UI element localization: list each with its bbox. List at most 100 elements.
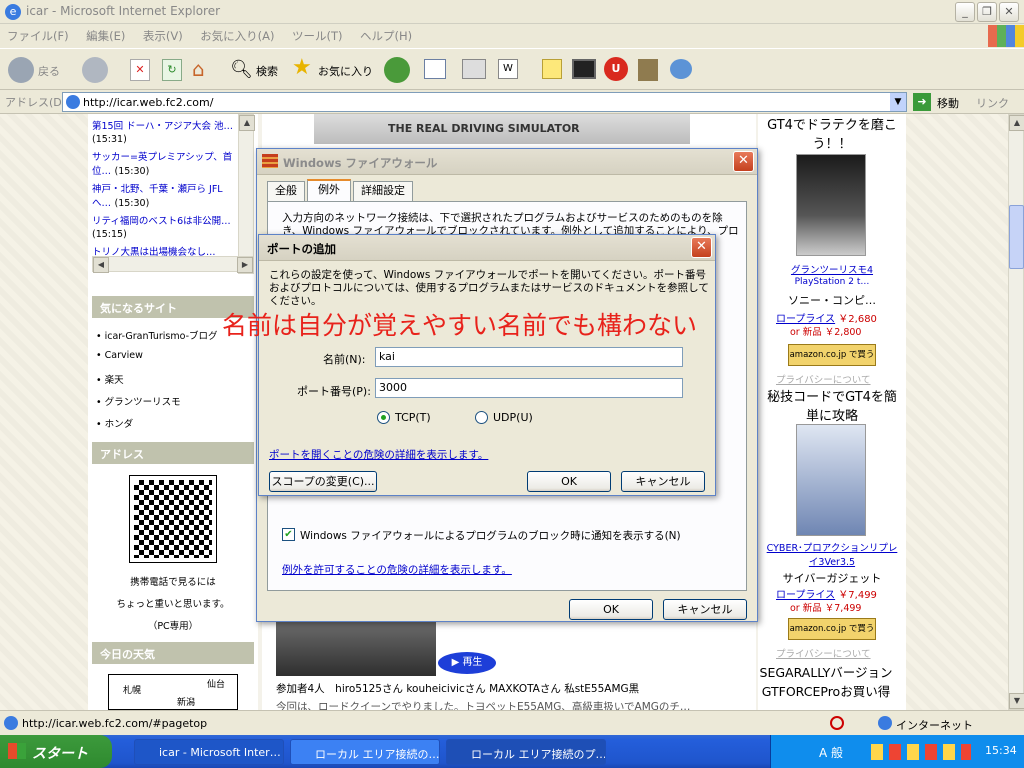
list-item[interactable]: • ホンダ bbox=[96, 416, 254, 438]
privacy-link-2[interactable]: プライバシーについて bbox=[776, 646, 888, 660]
scroll-right-icon[interactable]: ▶ bbox=[237, 257, 253, 273]
edit-icon[interactable]: W bbox=[498, 59, 518, 79]
firewall-ok-button[interactable]: OK bbox=[569, 599, 653, 620]
refresh-icon[interactable]: ↻ bbox=[162, 59, 182, 81]
video-thumbnail[interactable] bbox=[276, 620, 436, 676]
amazon-buy-button-2[interactable]: amazon.co.jp で買う bbox=[788, 618, 876, 640]
taskbar-item-ie[interactable]: icar - Microsoft Inter… bbox=[134, 739, 284, 765]
product-link-gt4[interactable]: グランツーリスモ4 bbox=[766, 262, 898, 276]
menu-bar: ファイル(F) 編集(E) 表示(V) お気に入り(A) ツール(T) ヘルプ(… bbox=[0, 25, 1024, 47]
add-port-ok-button[interactable]: OK bbox=[527, 471, 611, 492]
exception-risk-link[interactable]: 例外を許可することの危険の詳細を表示します。 bbox=[282, 562, 512, 577]
menu-favorites[interactable]: お気に入り(A) bbox=[193, 25, 281, 47]
forward-icon[interactable] bbox=[82, 57, 108, 83]
messenger-icon[interactable] bbox=[670, 59, 692, 79]
ad-title-2: 秘技コードでGT4を簡単に攻略 bbox=[767, 390, 897, 424]
close-window-button[interactable]: ✕ bbox=[999, 2, 1019, 22]
list-item[interactable]: リティ福岡のベスト6は非公開… (15:15) bbox=[92, 213, 238, 240]
list-item[interactable]: • グランツーリスモ bbox=[96, 394, 254, 416]
links-label[interactable]: リンク bbox=[976, 95, 1009, 111]
banner-text: THE REAL DRIVING SIMULATOR bbox=[388, 122, 580, 135]
list-item[interactable]: 第15回 ドーハ・アジア大会 池… (15:31) bbox=[92, 118, 238, 145]
product-link-cyber[interactable]: CYBER･プロアクションリプレイ3Ver3.5 bbox=[766, 540, 898, 568]
taskbar-item-lan2[interactable]: ローカル エリア接続のプ… bbox=[446, 739, 606, 765]
menu-edit[interactable]: 編集(E) bbox=[79, 25, 132, 47]
weather-map[interactable]: 札幌 仙台 新潟 bbox=[108, 674, 238, 710]
app-u-icon[interactable]: U bbox=[604, 57, 628, 81]
udp-radio-label[interactable]: UDP(U) bbox=[493, 411, 533, 424]
play-button[interactable]: ▶ 再生 bbox=[438, 652, 496, 674]
change-scope-button[interactable]: スコープの変更(C)... bbox=[269, 471, 377, 492]
list-item[interactable]: • 楽天 bbox=[96, 372, 254, 394]
maximize-button[interactable]: ❐ bbox=[977, 2, 997, 22]
home-icon[interactable]: ⌂ bbox=[192, 57, 216, 81]
history-icon[interactable] bbox=[384, 57, 410, 83]
favorites-label[interactable]: お気に入り bbox=[318, 63, 373, 79]
back-icon[interactable] bbox=[8, 57, 34, 83]
search-icon[interactable]: 🔍︎ bbox=[230, 59, 253, 80]
privacy-link[interactable]: プライバシーについて bbox=[776, 372, 888, 386]
page-scroll-up-icon[interactable]: ▲ bbox=[1009, 115, 1024, 131]
tcp-radio-label[interactable]: TCP(T) bbox=[395, 411, 431, 424]
add-port-cancel-button[interactable]: キャンセル bbox=[621, 471, 705, 492]
product-image-cyber[interactable] bbox=[796, 424, 866, 536]
news-scrollbar[interactable]: ▲ bbox=[238, 114, 255, 274]
mobile-text-2: ちょっと重いと思います。 bbox=[116, 599, 230, 610]
port-risk-link[interactable]: ポートを開くことの危険の詳細を表示します。 bbox=[269, 447, 488, 462]
low-price-gt4[interactable]: ロープライス ￥2,680 bbox=[776, 310, 896, 325]
note-icon[interactable] bbox=[542, 59, 562, 79]
page-scrollbar[interactable]: ▲ ▼ bbox=[1008, 114, 1024, 710]
search-label[interactable]: 検索 bbox=[256, 63, 278, 79]
go-arrow-icon[interactable]: ➜ bbox=[913, 93, 931, 111]
low-price-cyber[interactable]: ロープライス ￥7,499 bbox=[776, 586, 896, 601]
notify-checkbox[interactable]: ✔ bbox=[282, 528, 295, 541]
tray-icons[interactable] bbox=[871, 744, 971, 760]
tab-general[interactable]: 全般 bbox=[267, 181, 305, 201]
tab-exceptions[interactable]: 例外 bbox=[307, 179, 351, 201]
menu-tools[interactable]: ツール(T) bbox=[285, 25, 350, 47]
popup-blocker-icon[interactable] bbox=[830, 716, 844, 730]
name-field[interactable]: kai bbox=[375, 347, 683, 367]
page-scroll-thumb[interactable] bbox=[1009, 205, 1024, 269]
minimize-button[interactable]: _ bbox=[955, 2, 975, 22]
go-button[interactable]: 移動 bbox=[937, 95, 959, 111]
status-page-icon bbox=[4, 716, 18, 730]
page-viewport: 第15回 ドーハ・アジア大会 池… (15:31) サッカー=英プレミアシップ、… bbox=[0, 114, 1024, 710]
add-port-close-button[interactable]: ✕ bbox=[691, 237, 712, 258]
udp-radio[interactable] bbox=[475, 411, 488, 424]
menu-view[interactable]: 表示(V) bbox=[136, 25, 190, 47]
mail-icon[interactable] bbox=[424, 59, 446, 79]
research-icon[interactable] bbox=[638, 59, 658, 81]
taskbar-item-lan1[interactable]: ローカル エリア接続の… bbox=[290, 739, 440, 765]
page-scroll-down-icon[interactable]: ▼ bbox=[1009, 693, 1024, 709]
notify-checkbox-label[interactable]: Windows ファイアウォールによるプログラムのブロック時に通知を表示する(N… bbox=[300, 528, 681, 543]
weather-header: 今日の天気 bbox=[92, 642, 254, 664]
tv-icon[interactable] bbox=[572, 59, 596, 79]
list-item[interactable]: サッカー=英プレミアシップ、首位… (15:30) bbox=[92, 149, 238, 177]
address-dropdown-icon[interactable]: ▼ bbox=[890, 93, 906, 111]
tcp-radio[interactable] bbox=[377, 411, 390, 424]
tab-advanced[interactable]: 詳細設定 bbox=[353, 181, 413, 201]
firewall-close-button[interactable]: ✕ bbox=[733, 151, 754, 172]
stop-icon[interactable]: ✕ bbox=[130, 59, 150, 81]
product-image-gt4[interactable] bbox=[796, 154, 866, 256]
print-icon[interactable] bbox=[462, 59, 486, 79]
amazon-buy-button[interactable]: amazon.co.jp で買う bbox=[788, 344, 876, 366]
menu-file[interactable]: ファイル(F) bbox=[0, 25, 76, 47]
product-sub-gt4[interactable]: PlayStation 2 t… bbox=[766, 277, 898, 287]
start-label: スタート bbox=[32, 746, 88, 762]
back-label[interactable]: 戻る bbox=[38, 63, 60, 79]
menu-help[interactable]: ヘルプ(H) bbox=[353, 25, 419, 47]
port-number-field[interactable]: 3000 bbox=[375, 378, 683, 398]
news-hscrollbar[interactable]: ◀ ▶ bbox=[92, 256, 254, 273]
ime-indicator[interactable]: A 般 bbox=[819, 744, 843, 761]
list-item[interactable]: 神戸・北野、千葉・瀬戸ら JFLへ… (15:30) bbox=[92, 181, 238, 209]
scroll-up-icon[interactable]: ▲ bbox=[239, 115, 255, 131]
firewall-cancel-button[interactable]: キャンセル bbox=[663, 599, 747, 620]
favorites-star-icon[interactable]: ★ bbox=[292, 55, 312, 80]
video-description: 今回は、ロードクイーンでやりました。トヨペットE55AMG、高級車扱いでAMGの… bbox=[276, 701, 691, 710]
list-item[interactable]: • Carview bbox=[96, 350, 254, 372]
scroll-left-icon[interactable]: ◀ bbox=[93, 257, 109, 273]
address-input[interactable]: http://icar.web.fc2.com/ ▼ bbox=[62, 92, 907, 112]
gt4-banner: THE REAL DRIVING SIMULATOR bbox=[314, 114, 690, 144]
